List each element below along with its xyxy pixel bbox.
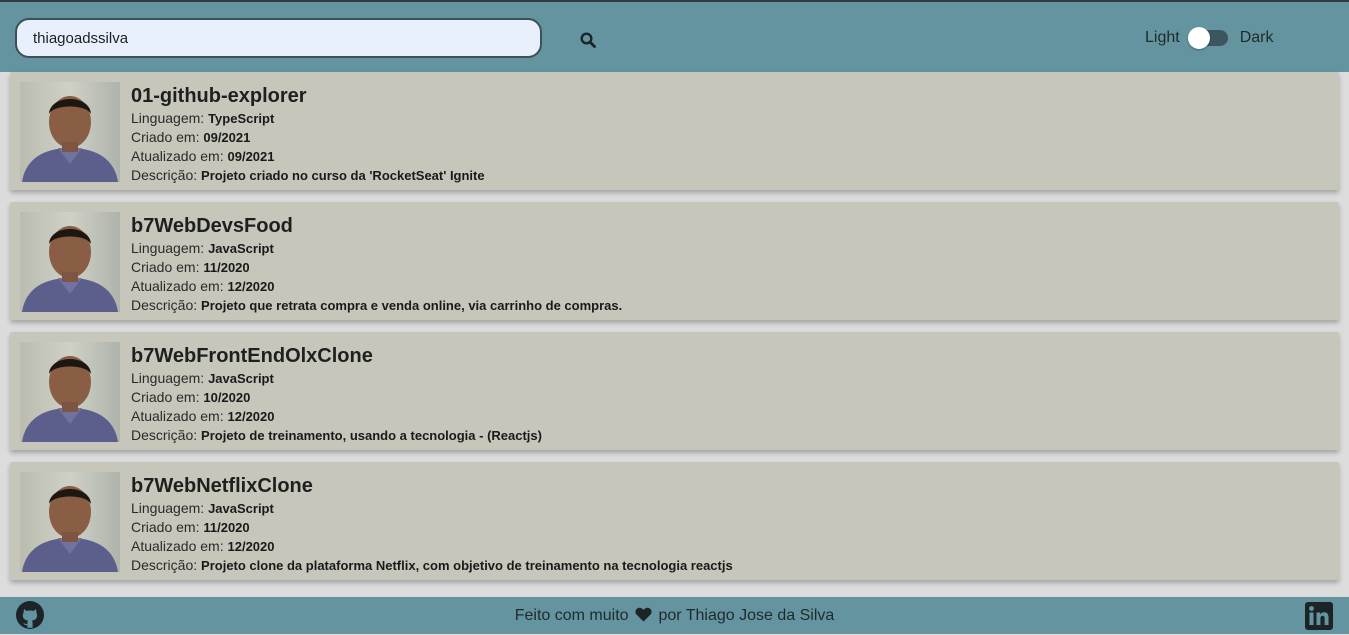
repo-description: Descrição: Projeto criado no curso da 'R… — [131, 167, 485, 183]
repo-created: Criado em: 10/2020 — [131, 389, 251, 405]
header: Light Dark — [0, 0, 1349, 72]
repo-updated: Atualizado em: 12/2020 — [131, 538, 275, 554]
heart-icon — [635, 607, 652, 622]
repo-name[interactable]: b7WebFrontEndOlxClone — [131, 345, 542, 367]
repo-updated: Atualizado em: 12/2020 — [131, 408, 275, 424]
repo-card[interactable]: 01-github-explorer Linguagem: TypeScript… — [10, 72, 1339, 190]
repo-language: Linguagem: JavaScript — [131, 240, 274, 256]
credit-prefix: Feito com muito — [514, 607, 629, 624]
search-icon — [580, 32, 596, 48]
avatar — [20, 342, 120, 442]
footer: Feito com muito por Thiago Jose da Silva — [0, 597, 1349, 634]
repo-created: Criado em: 11/2020 — [131, 259, 250, 275]
repo-updated: Atualizado em: 09/2021 — [131, 148, 275, 164]
theme-switch-knob — [1187, 27, 1210, 49]
avatar — [20, 212, 120, 312]
repo-updated: Atualizado em: 12/2020 — [131, 278, 275, 294]
repo-created: Criado em: 11/2020 — [131, 519, 250, 535]
repo-name[interactable]: b7WebDevsFood — [131, 215, 622, 237]
avatar — [20, 472, 120, 572]
repo-description: Descrição: Projeto clone da plataforma N… — [131, 557, 733, 573]
user-photo-icon — [20, 342, 120, 442]
repo-card[interactable]: b7WebNetflixClone Linguagem: JavaScript … — [10, 462, 1339, 580]
repo-language: Linguagem: JavaScript — [131, 370, 274, 386]
repo-created: Criado em: 09/2021 — [131, 129, 251, 145]
footer-credit: Feito com muito por Thiago Jose da Silva — [0, 607, 1349, 625]
user-photo-icon — [20, 212, 120, 312]
theme-switch[interactable] — [1187, 27, 1228, 49]
linkedin-icon — [1305, 602, 1333, 630]
repo-description: Descrição: Projeto que retrata compra e … — [131, 297, 623, 313]
avatar — [20, 82, 120, 182]
repo-info: 01-github-explorer Linguagem: TypeScript… — [131, 85, 485, 185]
search-input[interactable] — [15, 18, 542, 58]
repo-card[interactable]: b7WebFrontEndOlxClone Linguagem: JavaScr… — [10, 332, 1339, 450]
theme-dark-label: Dark — [1239, 29, 1274, 46]
repo-info: b7WebFrontEndOlxClone Linguagem: JavaScr… — [131, 345, 542, 445]
linkedin-link[interactable] — [1305, 602, 1333, 630]
repo-card[interactable]: b7WebDevsFood Linguagem: JavaScript Cria… — [10, 202, 1339, 320]
credit-suffix: por Thiago Jose da Silva — [658, 607, 835, 624]
repo-language: Linguagem: TypeScript — [131, 110, 275, 126]
repo-name[interactable]: b7WebNetflixClone — [131, 475, 733, 497]
repo-info: b7WebDevsFood Linguagem: JavaScript Cria… — [131, 215, 622, 315]
theme-toggle: Light Dark — [1145, 26, 1273, 50]
user-photo-icon — [20, 472, 120, 572]
repo-name[interactable]: 01-github-explorer — [131, 85, 485, 107]
repo-description: Descrição: Projeto de treinamento, usand… — [131, 427, 542, 443]
user-photo-icon — [20, 82, 120, 182]
repo-info: b7WebNetflixClone Linguagem: JavaScript … — [131, 475, 733, 575]
theme-light-label: Light — [1145, 29, 1180, 46]
search-button[interactable] — [574, 26, 602, 54]
repo-language: Linguagem: JavaScript — [131, 500, 274, 516]
